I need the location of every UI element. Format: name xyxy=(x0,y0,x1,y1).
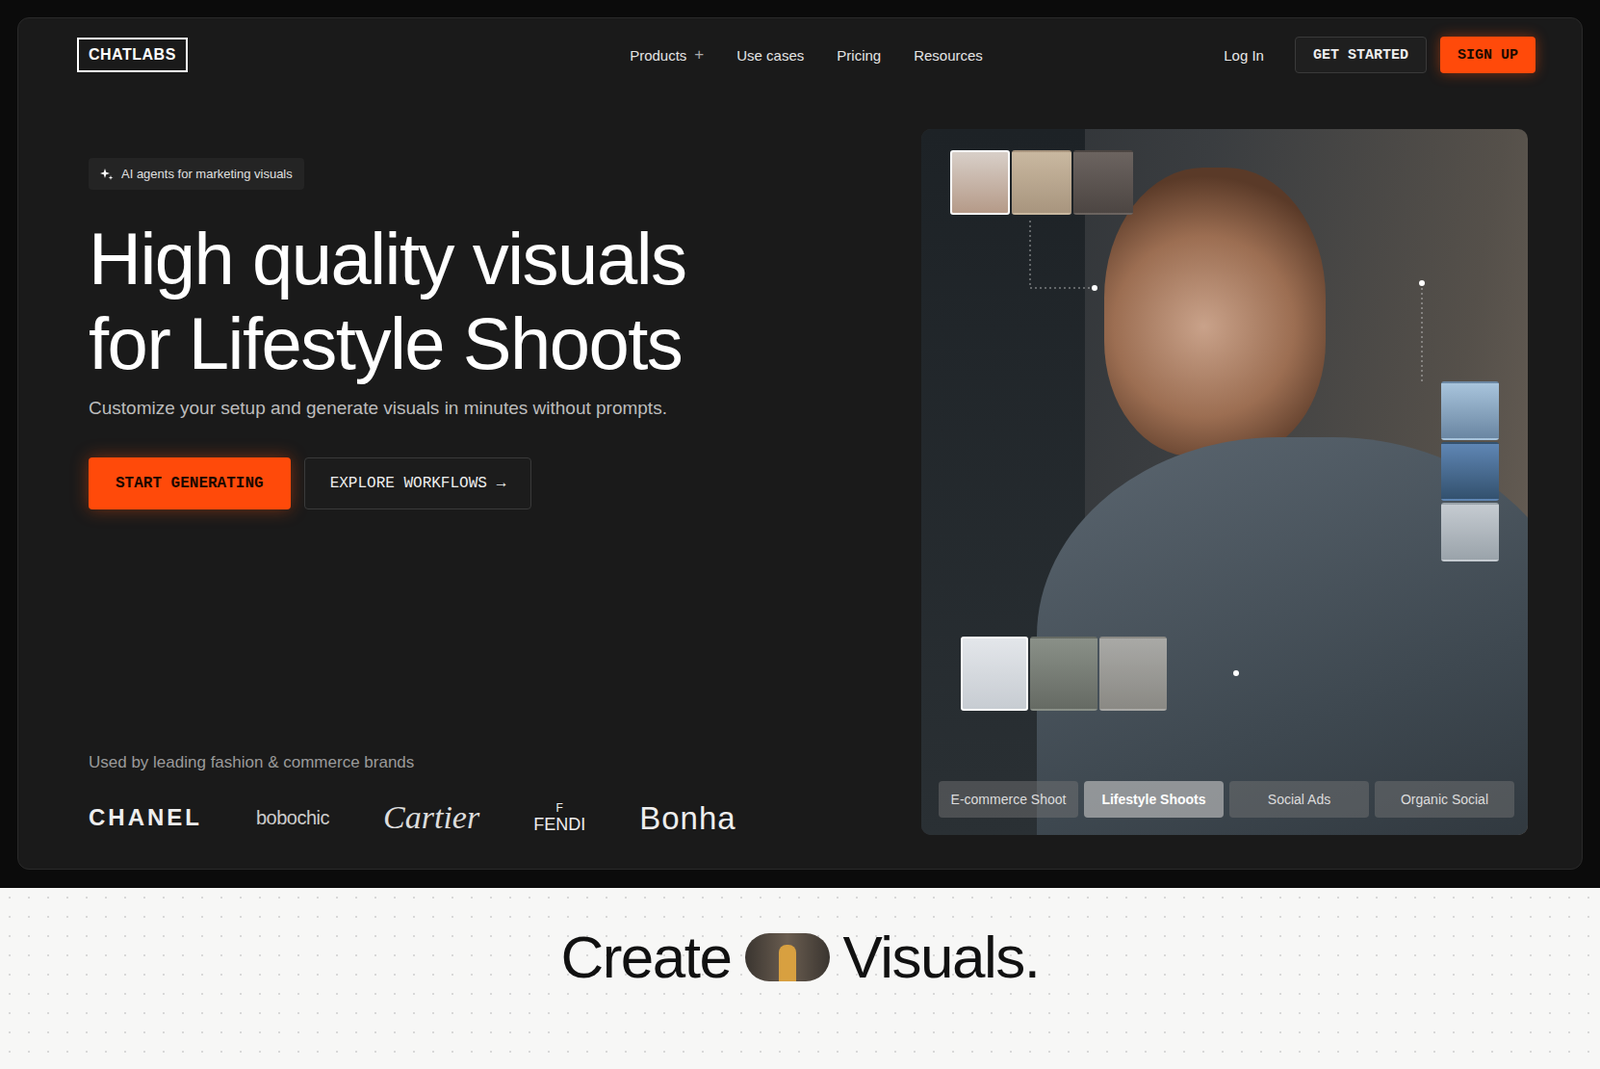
model-thumbnail[interactable] xyxy=(1073,150,1134,215)
model-photo xyxy=(921,129,1528,835)
brands-caption: Used by leading fashion & commerce brand… xyxy=(88,752,737,773)
model-thumbnail[interactable] xyxy=(1011,150,1072,215)
create-heading: Create Visuals. xyxy=(560,922,1039,991)
brand-logo[interactable]: CHATLABS xyxy=(77,37,188,73)
hero-title: High quality visualsfor Lifestyle Shoots xyxy=(88,216,737,387)
location-thumbnail[interactable] xyxy=(1441,381,1499,440)
hero: AI agents for marketing visuals High qua… xyxy=(18,79,1582,869)
location-thumbnails xyxy=(1441,381,1499,562)
plus-icon: + xyxy=(694,45,704,65)
nav-links: Products + Use cases Pricing Resources xyxy=(629,45,983,65)
nav-link[interactable]: Products + xyxy=(629,45,704,65)
nav-actions: Log In GET STARTED SIGN UP xyxy=(982,36,1536,74)
location-thumbnail[interactable] xyxy=(1441,502,1499,562)
login-link[interactable]: Log In xyxy=(1223,47,1265,64)
garment-thumbnail[interactable] xyxy=(1030,636,1098,711)
navbar: CHATLABS Products + Use cases Pricing Res… xyxy=(18,18,1582,80)
brand-logo-item: CHANEL xyxy=(88,805,203,829)
hero-area: CHATLABS Products + Use cases Pricing Res… xyxy=(0,0,1600,888)
model-figure xyxy=(1104,167,1326,457)
get-started-button[interactable]: GET STARTED xyxy=(1294,36,1427,74)
hero-copy: AI agents for marketing visuals High qua… xyxy=(88,129,737,834)
model-thumbnails xyxy=(950,150,1134,215)
hero-panel: CHATLABS Products + Use cases Pricing Res… xyxy=(17,17,1583,870)
garment-thumbnails xyxy=(960,636,1167,711)
start-generating-button[interactable]: START GENERATING xyxy=(88,457,291,510)
arrow-icon: → xyxy=(496,474,507,492)
brand-logos: CHANEL bobochic Cartier F FENDI Bonha xyxy=(88,800,737,834)
cta-row: START GENERATING EXPLORE WORKFLOWS → xyxy=(88,457,737,510)
connector-lines xyxy=(921,129,1528,835)
preview-tab[interactable]: Lifestyle Shoots xyxy=(1083,780,1224,818)
preview-image: E-commerce ShootLifestyle ShootsSocial A… xyxy=(921,129,1528,835)
page: CHATLABS Products + Use cases Pricing Res… xyxy=(0,0,1600,1069)
garment-thumbnail[interactable] xyxy=(1099,636,1167,711)
preview-tab[interactable]: Organic Social xyxy=(1374,780,1515,818)
brand-logo-item: bobochic xyxy=(256,807,330,827)
nav-link[interactable]: Use cases xyxy=(736,45,804,65)
preview-tabs: E-commerce ShootLifestyle ShootsSocial A… xyxy=(938,780,1515,818)
brand-logo-item: Bonha xyxy=(639,801,736,834)
brand-logo-item: Cartier xyxy=(383,800,480,834)
explore-workflows-button[interactable]: EXPLORE WORKFLOWS → xyxy=(304,457,533,510)
garment-thumbnail[interactable] xyxy=(960,636,1029,711)
nav-link[interactable]: Pricing xyxy=(836,45,881,65)
create-section: Create Visuals. xyxy=(0,887,1600,1069)
brand-logo-item: F FENDI xyxy=(533,801,586,833)
preview-tab[interactable]: Social Ads xyxy=(1229,780,1369,818)
model-thumbnail[interactable] xyxy=(950,150,1010,215)
nav-link[interactable]: Resources xyxy=(913,45,983,65)
brands: Used by leading fashion & commerce brand… xyxy=(88,752,737,834)
sparkle-icon xyxy=(100,167,114,181)
heading-image-pill xyxy=(745,932,830,981)
location-thumbnail[interactable] xyxy=(1441,441,1499,501)
hero-subtitle: Customize your setup and generate visual… xyxy=(88,397,737,419)
sign-up-button[interactable]: SIGN UP xyxy=(1440,36,1536,74)
preview-tab[interactable]: E-commerce Shoot xyxy=(938,780,1079,818)
badge: AI agents for marketing visuals xyxy=(88,157,305,190)
